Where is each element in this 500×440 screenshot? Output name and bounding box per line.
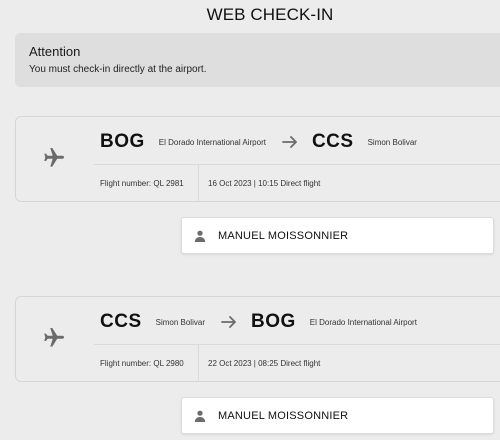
user-icon: [194, 230, 206, 242]
flight-route: BOG El Dorado International Airport CCS …: [100, 129, 417, 155]
arrow-right-icon: [282, 136, 297, 148]
flight-date-info: 16 Oct 2023 | 10:15 Direct flight: [208, 179, 321, 188]
plane-icon: [44, 328, 64, 347]
alert-message: You must check-in directly at the airpor…: [29, 64, 207, 75]
destination-code: BOG: [250, 311, 296, 332]
flight-details: Flight number: QL 2981: [100, 165, 197, 202]
attention-alert: Attention You must check-in directly at …: [15, 33, 500, 87]
flight-card-return: CCS Simon Bolivar BOG El Dorado Internat…: [15, 296, 500, 382]
destination-airport: Simon Bolivar: [367, 137, 417, 147]
passenger-row[interactable]: MANUEL MOISSONNIER: [181, 217, 494, 254]
origin-airport: Simon Bolivar: [155, 317, 205, 327]
arrow-right-icon: [221, 316, 236, 328]
page-title: WEB CHECK-IN: [206, 5, 334, 24]
passenger-name: MANUEL MOISSONNIER: [218, 229, 349, 242]
flight-date-info: 22 Oct 2023 | 08:25 Direct flight: [208, 359, 321, 368]
flight-number: Flight number: QL 2981: [100, 179, 184, 188]
origin-airport: El Dorado International Airport: [158, 137, 266, 147]
user-icon: [194, 410, 206, 422]
alert-title: Attention: [29, 44, 81, 59]
details-separator: [198, 345, 199, 382]
passenger-row[interactable]: MANUEL MOISSONNIER: [181, 397, 494, 434]
flight-card-outbound: BOG El Dorado International Airport CCS …: [15, 116, 500, 202]
passenger-name: MANUEL MOISSONNIER: [218, 409, 349, 422]
origin-code: BOG: [100, 131, 145, 152]
details-separator: [198, 165, 199, 202]
flight-route: CCS Simon Bolivar BOG El Dorado Internat…: [100, 309, 417, 335]
flight-number: Flight number: QL 2980: [100, 359, 184, 368]
destination-code: CCS: [311, 131, 354, 152]
flight-details: Flight number: QL 2980: [100, 345, 197, 382]
plane-icon: [44, 148, 64, 167]
origin-code: CCS: [100, 311, 142, 332]
destination-airport: El Dorado International Airport: [309, 317, 417, 327]
